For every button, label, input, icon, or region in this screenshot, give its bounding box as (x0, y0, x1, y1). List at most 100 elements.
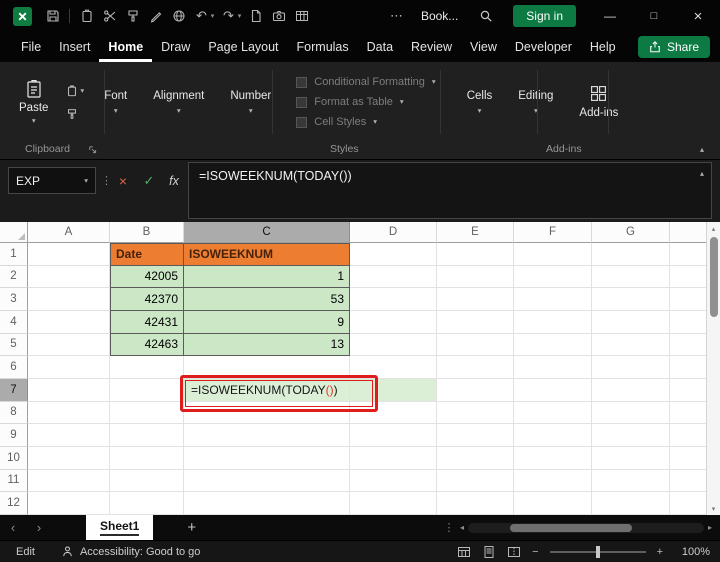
cells-group-button[interactable]: Cells ▾ (454, 62, 506, 142)
cell-H4[interactable] (670, 311, 706, 334)
cell-C8[interactable] (184, 402, 350, 425)
tab-review[interactable]: Review (402, 32, 461, 62)
close-button[interactable]: × (676, 0, 720, 32)
sheet-nav-left-icon[interactable]: ‹ (0, 520, 26, 535)
cell-C10[interactable] (184, 447, 350, 470)
cut-icon[interactable] (98, 0, 121, 32)
cell-D11[interactable] (350, 470, 437, 493)
cell-F5[interactable] (514, 334, 592, 357)
row-header-2[interactable]: 2 (0, 266, 28, 289)
scroll-left-icon[interactable]: ◂ (460, 523, 464, 532)
cell-F2[interactable] (514, 266, 592, 289)
cell-C12[interactable] (184, 492, 350, 515)
cell-A11[interactable] (28, 470, 110, 493)
vertical-scroll-thumb[interactable] (710, 237, 718, 317)
tab-page-layout[interactable]: Page Layout (199, 32, 287, 62)
sheet-nav-right-icon[interactable]: › (26, 520, 52, 535)
cell-D2[interactable] (350, 266, 437, 289)
cell-B10[interactable] (110, 447, 184, 470)
row-header-8[interactable]: 8 (0, 402, 28, 425)
cell-H7[interactable] (670, 379, 706, 402)
zoom-level[interactable]: 100% (674, 546, 710, 558)
formula-input[interactable]: =ISOWEEKNUM(TODAY()) (188, 162, 712, 219)
insert-function-button[interactable]: fx (162, 167, 186, 194)
cell-B4[interactable]: 42431 (110, 311, 184, 334)
column-header-E[interactable]: E (437, 222, 514, 243)
cell-D12[interactable] (350, 492, 437, 515)
horizontal-scroll-track[interactable] (468, 523, 704, 533)
cell-E5[interactable] (437, 334, 514, 357)
cell-E6[interactable] (437, 356, 514, 379)
cell-G11[interactable] (592, 470, 670, 493)
cell-D8[interactable] (350, 402, 437, 425)
cell-A3[interactable] (28, 288, 110, 311)
cell-A5[interactable] (28, 334, 110, 357)
cell-E10[interactable] (437, 447, 514, 470)
cell-G7[interactable] (592, 379, 670, 402)
table-icon[interactable] (290, 0, 313, 32)
row-header-6[interactable]: 6 (0, 356, 28, 379)
tab-insert[interactable]: Insert (50, 32, 99, 62)
column-header-A[interactable]: A (28, 222, 110, 243)
cell-E2[interactable] (437, 266, 514, 289)
cell-D1[interactable] (350, 243, 437, 266)
cell-C5[interactable]: 13 (184, 334, 350, 357)
cell-B8[interactable] (110, 402, 184, 425)
format-painter-button[interactable] (66, 108, 84, 120)
excel-app-icon[interactable] (13, 7, 32, 26)
cell-G3[interactable] (592, 288, 670, 311)
cell-D7[interactable] (350, 379, 437, 402)
cell-H2[interactable] (670, 266, 706, 289)
column-header-F[interactable]: F (514, 222, 592, 243)
number-group-button[interactable]: Number ▾ (217, 62, 284, 142)
name-box-dropdown-icon[interactable]: ▾ (84, 176, 88, 185)
cell-C3[interactable]: 53 (184, 288, 350, 311)
cell-F11[interactable] (514, 470, 592, 493)
camera-icon[interactable] (267, 0, 290, 32)
more-commands-icon[interactable]: ⋯ (385, 0, 408, 32)
row-header-9[interactable]: 9 (0, 424, 28, 447)
row-header-3[interactable]: 3 (0, 288, 28, 311)
cell-C11[interactable] (184, 470, 350, 493)
globe-icon[interactable] (167, 0, 190, 32)
scroll-down-icon[interactable]: ▾ (707, 502, 720, 515)
share-button[interactable]: Share (638, 36, 710, 58)
horizontal-scroll-thumb[interactable] (510, 524, 632, 532)
cell-D4[interactable] (350, 311, 437, 334)
cell-A8[interactable] (28, 402, 110, 425)
cell-E8[interactable] (437, 402, 514, 425)
cell-C6[interactable] (184, 356, 350, 379)
zoom-slider[interactable] (550, 551, 646, 553)
enter-entry-button[interactable]: ✓ (137, 167, 161, 194)
cell-H9[interactable] (670, 424, 706, 447)
cell-D5[interactable] (350, 334, 437, 357)
paste-button[interactable]: Paste ▾ (8, 62, 59, 142)
cell-A7[interactable] (28, 379, 110, 402)
cell-H6[interactable] (670, 356, 706, 379)
row-header-7[interactable]: 7 (0, 379, 28, 402)
row-header-1[interactable]: 1 (0, 243, 28, 266)
cell-G1[interactable] (592, 243, 670, 266)
format-painter-icon[interactable] (121, 0, 144, 32)
cell-G5[interactable] (592, 334, 670, 357)
tab-draw[interactable]: Draw (152, 32, 199, 62)
clipboard-dialog-launcher-icon[interactable] (88, 145, 97, 154)
scroll-up-icon[interactable]: ▴ (707, 222, 720, 235)
cell-G10[interactable] (592, 447, 670, 470)
cell-C9[interactable] (184, 424, 350, 447)
cell-H10[interactable] (670, 447, 706, 470)
cell-B2[interactable]: 42005 (110, 266, 184, 289)
vertical-scrollbar[interactable]: ▴ ▾ (706, 222, 720, 515)
cell-F9[interactable] (514, 424, 592, 447)
tab-view[interactable]: View (461, 32, 506, 62)
cell-B11[interactable] (110, 470, 184, 493)
sheet-options-icon[interactable]: ⋮ (438, 521, 460, 534)
tab-developer[interactable]: Developer (506, 32, 581, 62)
alignment-group-button[interactable]: Alignment ▾ (140, 62, 217, 142)
cell-D10[interactable] (350, 447, 437, 470)
cell-E7[interactable] (437, 379, 514, 402)
row-header-12[interactable]: 12 (0, 492, 28, 515)
minimize-button[interactable]: — (588, 0, 632, 32)
cell-G6[interactable] (592, 356, 670, 379)
zoom-in-button[interactable]: + (657, 546, 663, 558)
